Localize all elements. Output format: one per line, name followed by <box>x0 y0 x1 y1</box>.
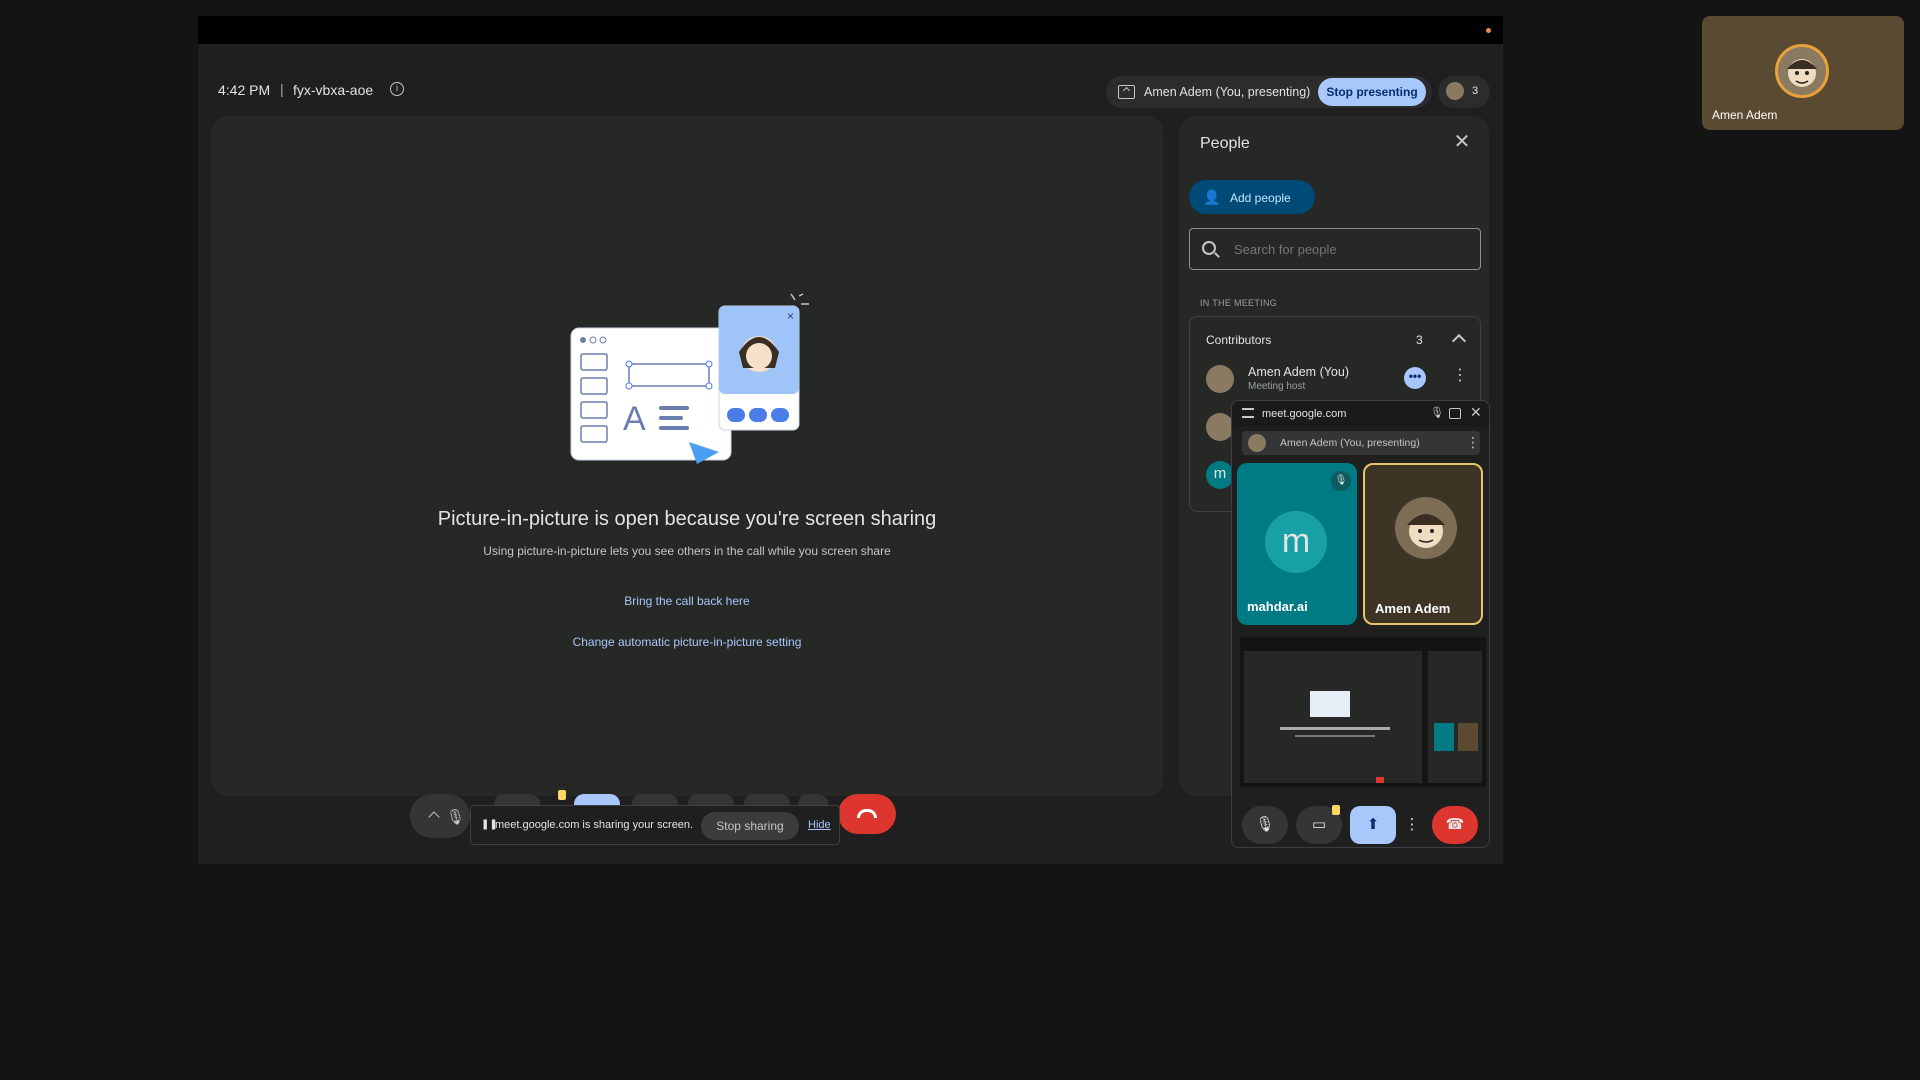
svg-text:×: × <box>787 309 794 323</box>
info-icon[interactable]: i <box>390 82 404 96</box>
participant-avatar: m <box>1206 461 1234 489</box>
mic-icon[interactable]: 🎙 <box>1430 406 1444 419</box>
self-avatar <box>1775 44 1829 98</box>
screen-share-preview <box>1240 637 1486 787</box>
hangup-button[interactable] <box>838 794 896 834</box>
bring-call-back-link[interactable]: Bring the call back here <box>211 594 1163 608</box>
participant-tile[interactable]: 🎙 m mahdar.ai <box>1237 463 1357 625</box>
add-people-button[interactable]: 👤 Add people <box>1189 180 1315 214</box>
participant-count: 3 <box>1472 85 1479 97</box>
mic-off-icon: 🎙 <box>1331 471 1351 491</box>
present-icon <box>1118 85 1135 99</box>
stop-presenting-button[interactable]: Stop presenting <box>1318 78 1426 106</box>
presenting-label: Amen Adem (You, presenting) <box>1144 85 1311 99</box>
participant-name: mahdar.ai <box>1247 599 1308 614</box>
pip-titlebar: meet.google.com 🎙 ✕ <box>1232 401 1489 427</box>
tune-icon[interactable] <box>1242 408 1254 418</box>
participant-tile[interactable]: Amen Adem <box>1363 463 1483 625</box>
pip-heading: Picture-in-picture is open because you'r… <box>437 508 937 530</box>
pip-window: meet.google.com 🎙 ✕ Amen Adem (You, pres… <box>1231 400 1490 848</box>
more-vert-icon[interactable]: ⋮ <box>1452 367 1468 385</box>
hide-link[interactable]: Hide <box>808 819 831 831</box>
sharing-message: meet.google.com is sharing your screen. <box>495 819 694 831</box>
participant-avatar <box>1206 365 1234 393</box>
presenter-avatar <box>1248 434 1266 452</box>
hangup-icon <box>857 809 877 818</box>
main-stage: A × Picture-in-picture is open because y… <box>211 116 1163 796</box>
header-separator: | <box>280 81 284 97</box>
participant-avatar <box>1206 413 1234 441</box>
speaking-indicator-icon: ••• <box>1404 367 1426 389</box>
pip-presenter-bar[interactable]: Amen Adem (You, presenting) ⋮ <box>1242 431 1480 455</box>
add-people-label: Add people <box>1230 191 1291 205</box>
search-icon <box>1202 241 1216 255</box>
chevron-up-icon[interactable] <box>1451 333 1467 349</box>
participant-avatar <box>1395 497 1457 559</box>
participant-role: Meeting host <box>1248 381 1306 392</box>
expand-icon[interactable] <box>1449 408 1461 419</box>
participant-avatar <box>1446 82 1464 100</box>
meeting-code: fyx-vbxa-aoe <box>293 82 374 98</box>
pip-illustration: A × <box>569 292 809 472</box>
stop-sharing-button[interactable]: Stop sharing <box>701 812 799 840</box>
participant-row[interactable]: Amen Adem (You) Meeting host ••• ⋮ <box>1190 357 1480 405</box>
in-meeting-section-label: IN THE MEETING <box>1200 298 1278 308</box>
hangup-button[interactable]: ☎ <box>1432 806 1478 844</box>
close-icon[interactable]: ✕ <box>1470 404 1482 421</box>
more-vert-icon[interactable]: ⋮ <box>1466 434 1480 451</box>
close-icon[interactable]: ✕ <box>1452 132 1472 152</box>
screen-sharing-bar: ❚❚ meet.google.com is sharing your scree… <box>470 805 840 845</box>
warning-icon <box>558 790 566 800</box>
pip-presenter-label: Amen Adem (You, presenting) <box>1280 437 1420 449</box>
mic-icon[interactable]: 🎙 <box>446 808 465 826</box>
search-people-field[interactable] <box>1189 228 1481 270</box>
mic-button[interactable]: 🎙 <box>1242 806 1288 844</box>
people-panel-title: People <box>1200 135 1250 152</box>
recording-dot <box>1486 28 1491 33</box>
self-view-name: Amen Adem <box>1712 108 1778 122</box>
svg-text:A: A <box>623 400 646 438</box>
contributors-label: Contributors <box>1206 333 1272 347</box>
present-screen-button[interactable]: ⬆ <box>1350 806 1396 844</box>
meeting-header: 4:42 PM | fyx-vbxa-aoe i Amen Adem (You,… <box>198 62 1503 122</box>
pip-description: Using picture-in-picture lets you see ot… <box>483 544 891 558</box>
change-pip-setting-link[interactable]: Change automatic picture-in-picture sett… <box>211 635 1163 649</box>
participant-name: Amen Adem (You) <box>1248 365 1349 379</box>
self-view-tile[interactable]: Amen Adem <box>1702 16 1904 130</box>
meeting-time: 4:42 PM <box>218 82 271 98</box>
search-input[interactable] <box>1234 242 1464 257</box>
add-person-icon: 👤 <box>1203 189 1221 205</box>
pip-controls: 🎙 ▭ ⬆ ⋮ ☎ <box>1232 801 1489 847</box>
participant-initial: m <box>1265 511 1327 573</box>
warning-icon <box>1332 805 1340 815</box>
pip-url: meet.google.com <box>1262 408 1347 420</box>
participants-chip[interactable]: 3 <box>1438 76 1490 108</box>
contributors-count: 3 <box>1416 333 1423 347</box>
participant-name: Amen Adem <box>1375 601 1451 616</box>
window-topbar <box>198 16 1503 44</box>
more-vert-icon[interactable]: ⋮ <box>1404 806 1420 844</box>
